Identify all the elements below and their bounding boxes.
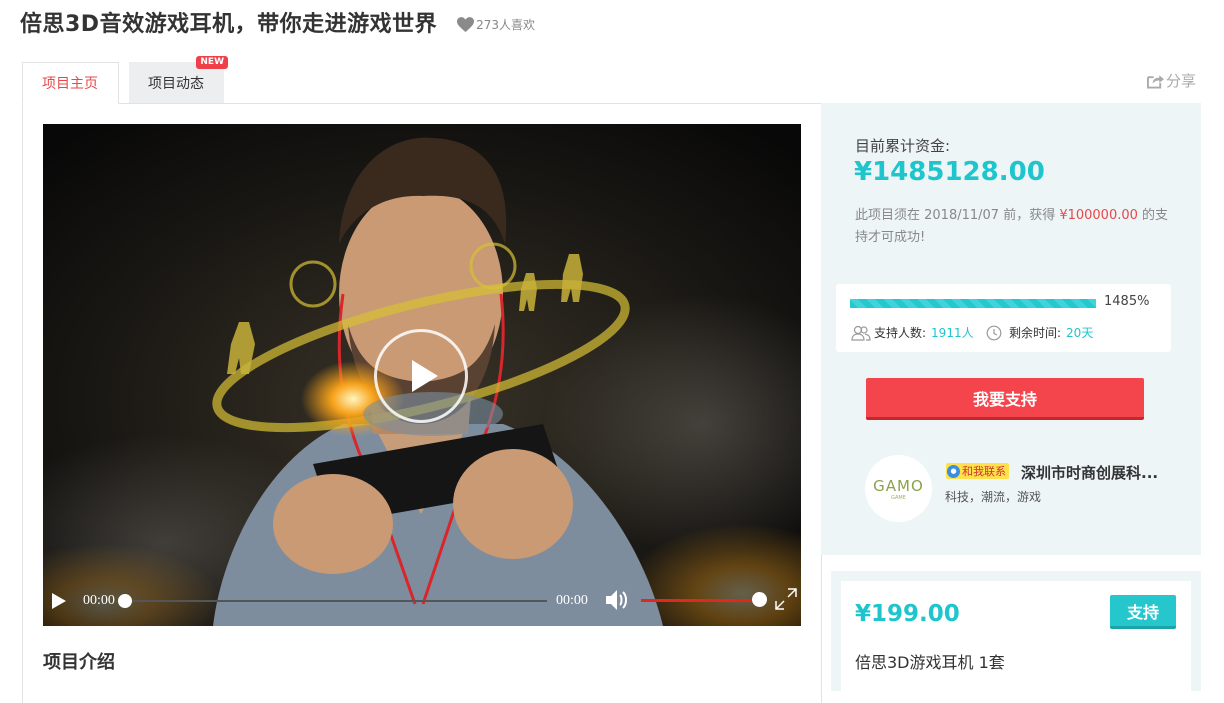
page-title: 倍思3D音效游戏耳机，带你走进游戏世界 bbox=[20, 12, 438, 37]
share-button[interactable]: 分享 bbox=[1146, 70, 1196, 91]
contact-me-button[interactable]: ● 和我联系 bbox=[946, 463, 1009, 479]
main-content: 00:00 00:00 项目介绍 bbox=[22, 103, 822, 703]
tab-project-updates[interactable]: 项目动态 NEW bbox=[129, 56, 228, 104]
volume-icon[interactable] bbox=[605, 589, 629, 611]
deadline-prefix: 此项目须在 2018/11/07 前，获得 bbox=[855, 208, 1060, 223]
reward-section: ¥199.00 支持 倍思3D游戏耳机 1套 bbox=[831, 571, 1201, 691]
seek-bar[interactable] bbox=[125, 600, 547, 602]
section-title-intro: 项目介绍 bbox=[43, 652, 115, 673]
deadline-text: 此项目须在 2018/11/07 前，获得 ¥100000.00 的支持才可成功… bbox=[855, 205, 1177, 249]
tab-label: 项目主页 bbox=[42, 76, 98, 92]
users-icon bbox=[851, 325, 871, 341]
volume-slider[interactable] bbox=[641, 599, 759, 602]
seek-handle[interactable] bbox=[118, 594, 132, 608]
funding-sidebar: 目前累计资金: ¥1485128.00 此项目须在 2018/11/07 前，获… bbox=[821, 103, 1201, 555]
play-icon bbox=[412, 360, 438, 392]
reward-support-button[interactable]: 支持 bbox=[1110, 595, 1176, 629]
backers-stat: 支持人数: 1911人 bbox=[851, 324, 974, 341]
current-time: 00:00 bbox=[83, 593, 115, 608]
video-player[interactable]: 00:00 00:00 bbox=[43, 124, 801, 626]
fullscreen-icon[interactable] bbox=[775, 588, 797, 610]
time-value: 20天 bbox=[1066, 326, 1094, 340]
support-project-button[interactable]: 我要支持 bbox=[866, 378, 1144, 420]
tab-label: 项目动态 bbox=[148, 76, 204, 92]
title-row: 倍思3D音效游戏耳机，带你走进游戏世界 273人喜欢 bbox=[20, 6, 535, 38]
video-controls: 00:00 00:00 bbox=[43, 574, 801, 626]
likes[interactable]: 273人喜欢 bbox=[457, 16, 535, 33]
company-tags: 科技，潮流，游戏 bbox=[945, 490, 1042, 504]
heart-icon bbox=[457, 16, 475, 32]
project-tabs: 项目主页 项目动态 NEW bbox=[22, 56, 228, 104]
company-info: GAMO GAME ● 和我联系 深圳市时商创展科... 科技，潮流，游戏 bbox=[865, 455, 1195, 525]
logo-text: GAMO bbox=[873, 477, 924, 495]
share-label: 分享 bbox=[1165, 72, 1196, 90]
company-logo[interactable]: GAMO GAME bbox=[865, 455, 932, 522]
new-badge: NEW bbox=[196, 56, 228, 69]
progress-fill bbox=[850, 299, 1096, 308]
funds-amount: ¥1485128.00 bbox=[854, 157, 1045, 187]
funds-label: 目前累计资金: bbox=[855, 137, 951, 155]
duration: 00:00 bbox=[556, 593, 588, 608]
progress-card: 1485% 支持人数: 1911人 剩余时间: 20天 bbox=[836, 284, 1171, 352]
logo-subtext: GAME bbox=[891, 495, 906, 501]
play-pause-icon[interactable] bbox=[51, 592, 67, 610]
volume-handle[interactable] bbox=[752, 592, 767, 607]
backers-value: 1911人 bbox=[931, 326, 974, 340]
tab-project-home[interactable]: 项目主页 bbox=[22, 62, 119, 104]
share-icon bbox=[1146, 74, 1164, 89]
company-name[interactable]: 深圳市时商创展科... bbox=[1021, 462, 1158, 483]
time-label: 剩余时间: bbox=[1009, 326, 1062, 340]
contact-label: 和我联系 bbox=[962, 465, 1006, 478]
progress-percent: 1485% bbox=[1104, 294, 1150, 309]
time-remaining-stat: 剩余时间: 20天 bbox=[986, 324, 1093, 341]
clock-icon bbox=[986, 325, 1002, 340]
video-play-overlay[interactable] bbox=[374, 329, 468, 423]
chat-icon: ● bbox=[947, 464, 960, 478]
progress-bar bbox=[850, 299, 1096, 308]
reward-price: ¥199.00 bbox=[855, 601, 960, 627]
backers-label: 支持人数: bbox=[874, 326, 927, 340]
reward-card: ¥199.00 支持 倍思3D游戏耳机 1套 bbox=[841, 581, 1191, 691]
reward-description: 倍思3D游戏耳机 1套 bbox=[855, 653, 1005, 672]
likes-count: 273人喜欢 bbox=[476, 17, 535, 32]
funding-goal: ¥100000.00 bbox=[1059, 208, 1138, 223]
